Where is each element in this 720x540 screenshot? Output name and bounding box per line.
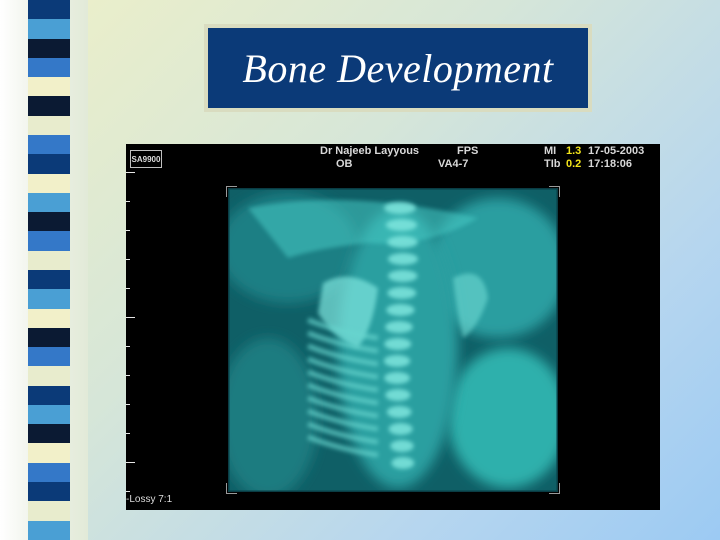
mi-label: MI [544, 145, 557, 157]
tib-value: 0.2 [566, 158, 582, 170]
pattern-block [28, 115, 70, 135]
vertebra-shape [386, 304, 415, 316]
vertebra-shape [385, 219, 418, 231]
pattern-block [28, 482, 70, 502]
pattern-block [28, 501, 70, 521]
scan-corner-top-left [226, 186, 237, 197]
vertebra-shape [385, 389, 411, 401]
vertebra-shape [388, 423, 413, 435]
slide-title: Bone Development [242, 45, 554, 91]
pattern-block [28, 385, 70, 405]
vertebra-shape [384, 202, 416, 214]
scan-corner-bottom-right [549, 483, 560, 494]
pattern-block [28, 212, 70, 232]
compression-label: -Lossy 7:1 [126, 494, 173, 505]
pattern-block [28, 96, 70, 116]
vertebra-shape [387, 236, 418, 248]
pattern-block [28, 269, 70, 290]
pattern-block [28, 134, 70, 155]
pattern-block [28, 77, 70, 97]
preset-label: OB [336, 158, 353, 170]
scan-corner-top-right [549, 186, 560, 197]
pattern-block [28, 327, 70, 348]
exam-time: 17:18:06 [588, 158, 633, 170]
probe-label: VA4-7 [438, 158, 469, 170]
tib-label: TIb [544, 158, 561, 170]
depth-scale-tick [126, 201, 130, 202]
vertebra-shape [387, 253, 419, 265]
depth-scale-tick [126, 462, 135, 463]
vertebra-shape [390, 440, 414, 452]
vertebra-shape [383, 355, 411, 367]
pattern-block [28, 308, 70, 328]
depth-scale-tick [126, 230, 130, 231]
pattern-block [28, 404, 70, 425]
depth-scale-tick [126, 346, 130, 347]
operator-name: Dr Najeeb Layyous [320, 145, 420, 157]
vertebra-shape [387, 270, 418, 282]
pattern-block [28, 462, 70, 483]
mode-label: FPS [457, 145, 479, 157]
vertebra-shape [385, 321, 413, 333]
pattern-block [28, 173, 70, 193]
pattern-block [28, 154, 70, 174]
left-block-pattern [28, 0, 70, 540]
vertebra-shape [386, 406, 412, 418]
pattern-block [28, 57, 70, 78]
pattern-block [28, 520, 70, 540]
fetal-spine-scan [218, 186, 568, 498]
depth-scale-tick [126, 404, 130, 405]
vertebra-shape [387, 287, 417, 299]
pattern-block [28, 250, 70, 270]
pattern-block [28, 231, 70, 251]
mi-value: 1.3 [566, 145, 582, 157]
pattern-block [28, 192, 70, 213]
vertebra-shape [384, 372, 411, 384]
depth-scale-tick [126, 259, 130, 260]
scan-texture [218, 186, 568, 498]
pattern-block [28, 0, 70, 20]
pattern-block [28, 424, 70, 444]
vertebra-shape [384, 338, 412, 350]
exam-date: 17-05-2003 [588, 145, 645, 157]
pattern-block [28, 443, 70, 463]
depth-scale-tick [126, 433, 130, 434]
pattern-block [28, 38, 70, 58]
depth-scale-tick [126, 375, 130, 376]
ultrasound-image: SA9900 Dr Najeeb Layyous OB FPS VA4-7 MI… [126, 144, 660, 510]
depth-scale-tick [126, 317, 135, 318]
pattern-block [28, 19, 70, 39]
pattern-block [28, 347, 70, 367]
depth-scale-tick [126, 172, 135, 173]
pattern-block [28, 366, 70, 386]
scan-corner-bottom-left [226, 483, 237, 494]
vertebra-shape [391, 457, 415, 469]
depth-scale-tick [126, 288, 130, 289]
pattern-block [28, 289, 70, 309]
device-logo: SA9900 [130, 150, 162, 168]
depth-scale-tick [126, 491, 130, 492]
title-box: Bone Development [204, 24, 592, 112]
